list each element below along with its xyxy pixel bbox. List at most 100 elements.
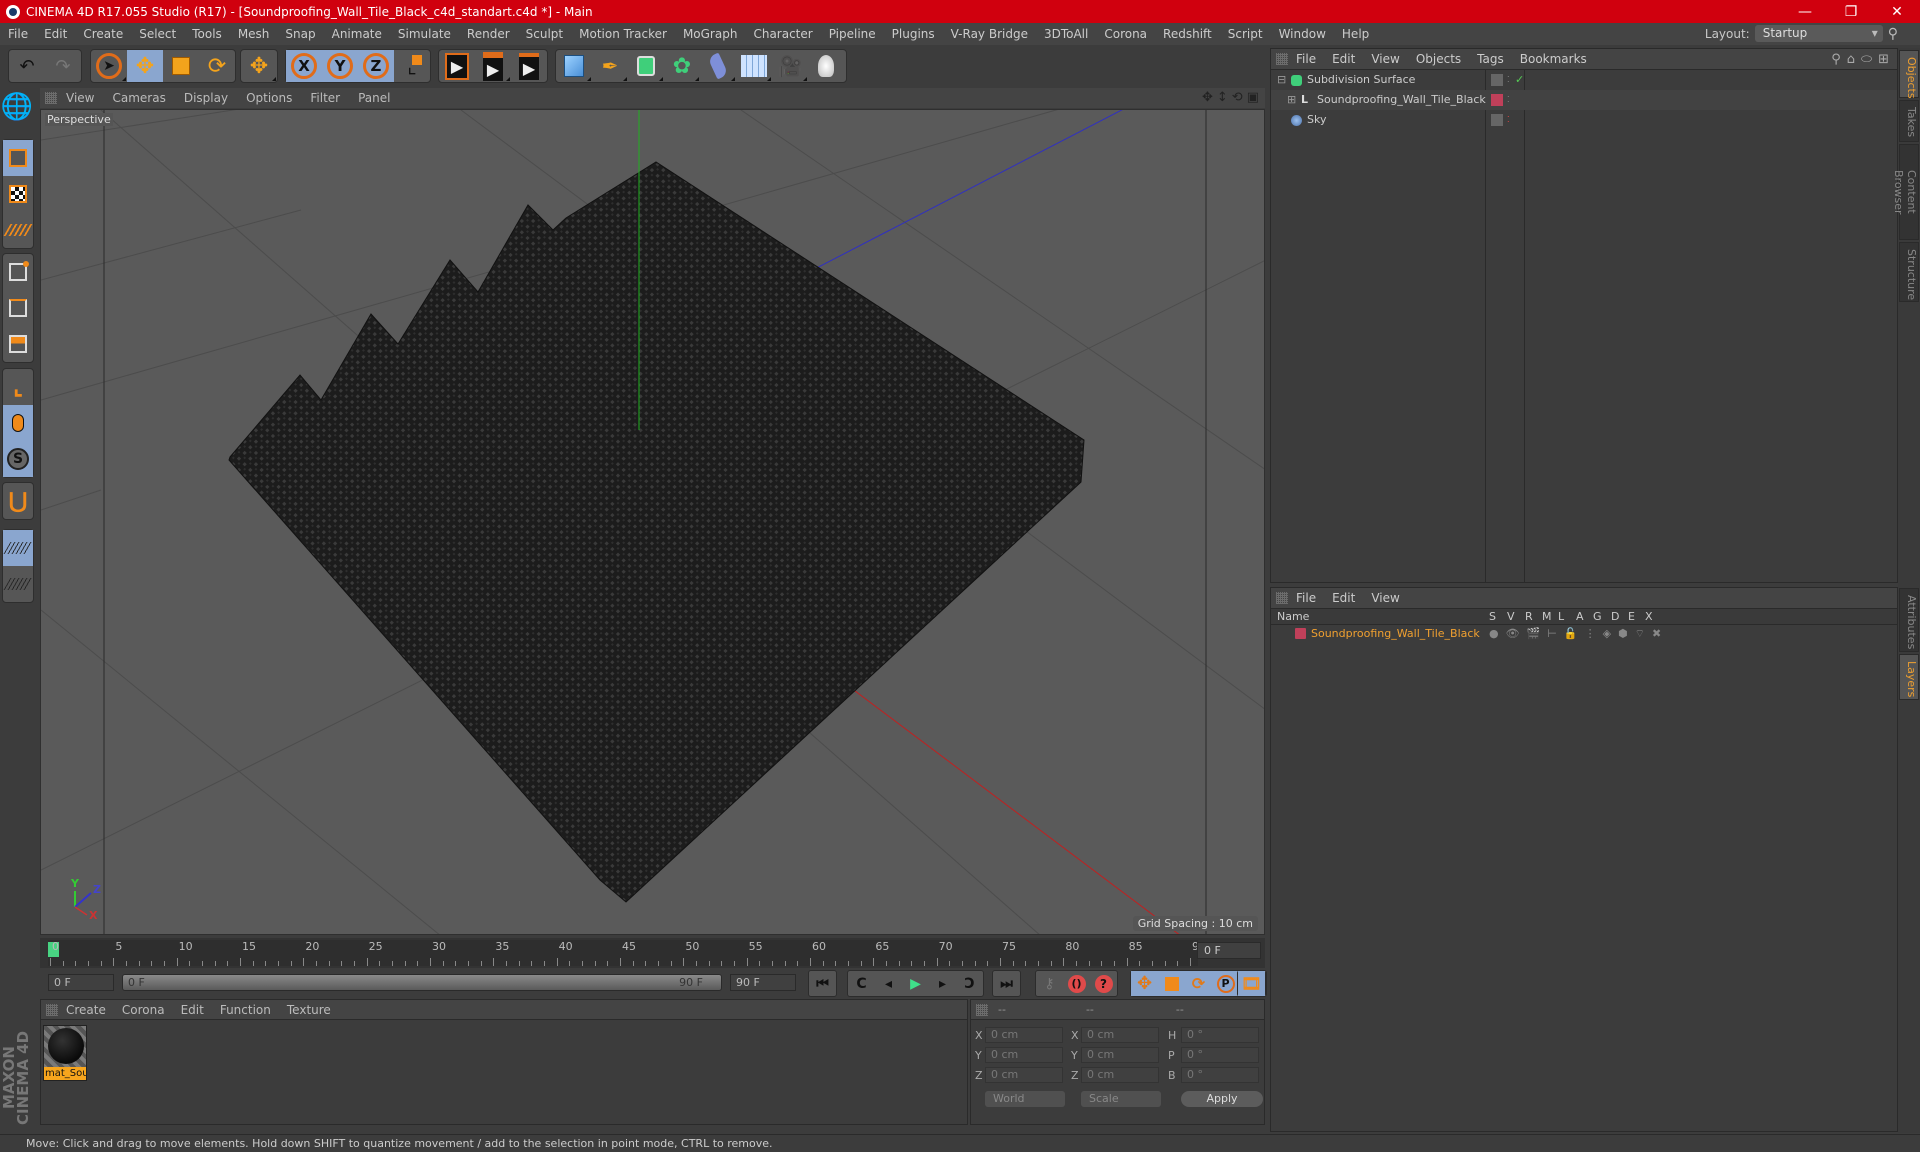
key-rotation-icon[interactable]: ⟳	[1185, 971, 1212, 996]
render-view-icon[interactable]: ▶	[439, 50, 475, 82]
manager-toggle-icon[interactable]: ⊢	[1547, 625, 1557, 642]
coordinate-mode-dropdown[interactable]: World	[985, 1091, 1065, 1107]
workplane-align-icon[interactable]	[3, 566, 33, 602]
deformers-toggle-icon[interactable]: ⬢	[1618, 625, 1628, 642]
key-scale-icon[interactable]	[1158, 971, 1185, 996]
goto-previous-key-icon[interactable]: C	[848, 971, 875, 996]
expand-icon[interactable]: ⊞	[1287, 90, 1296, 110]
column-deformers[interactable]: D	[1611, 609, 1619, 625]
menu-vray-bridge[interactable]: V-Ray Bridge	[943, 23, 1036, 45]
menu-3dtoall[interactable]: 3DToAll	[1036, 23, 1096, 45]
object-name[interactable]: Sky	[1307, 110, 1326, 130]
menu-corona[interactable]: Corona	[1096, 23, 1155, 45]
keyframe-selection-icon[interactable]: ?	[1090, 971, 1117, 996]
object-name[interactable]: Soundproofing_Wall_Tile_Black	[1317, 90, 1486, 110]
object-row-soundproofing-wall-tile-black[interactable]: ⊞ L Soundproofing_Wall_Tile_Black ⁚	[1271, 90, 1897, 110]
record-keys-icon[interactable]: ⚷	[1036, 971, 1063, 996]
material-menu-edit[interactable]: Edit	[173, 1003, 212, 1017]
panel-grip[interactable]	[46, 1003, 58, 1016]
perspective-viewport[interactable]: Perspective Y Z X Grid Spacing : 10 cm	[40, 109, 1265, 935]
step-forward-icon[interactable]: ▸	[929, 971, 956, 996]
menu-snap[interactable]: Snap	[277, 23, 323, 45]
size-y-field[interactable]: 0 cm	[1081, 1047, 1159, 1063]
scale-icon[interactable]	[163, 50, 199, 82]
menu-select[interactable]: Select	[131, 23, 184, 45]
menu-animate[interactable]: Animate	[324, 23, 390, 45]
animation-toggle-icon[interactable]: ⋮	[1585, 625, 1596, 642]
pos-y-field[interactable]: 0 cm	[985, 1047, 1063, 1063]
panel-grip[interactable]	[1276, 53, 1288, 65]
hierarchy-icon[interactable]: ⬭	[1861, 52, 1872, 67]
menu-sculpt[interactable]: Sculpt	[518, 23, 571, 45]
layer-color-tag[interactable]	[1491, 94, 1503, 106]
menu-mograph[interactable]: MoGraph	[675, 23, 746, 45]
material-swatch[interactable]: mat_Sou	[43, 1025, 87, 1081]
step-back-icon[interactable]: ◂	[875, 971, 902, 996]
menu-render[interactable]: Render	[459, 23, 518, 45]
tab-objects[interactable]: Objects	[1899, 50, 1919, 99]
generators-toggle-icon[interactable]: ◈	[1603, 625, 1611, 642]
enabled-check-icon[interactable]: ✓	[1515, 70, 1524, 90]
objects-menu-tags[interactable]: Tags	[1469, 52, 1512, 66]
menu-create[interactable]: Create	[75, 23, 131, 45]
timeline-ruler[interactable]: 051015202530354045505560657075808590	[48, 940, 1206, 966]
object-row-sky[interactable]: Sky ⁚	[1271, 110, 1897, 130]
solo-mode-icon[interactable]: S	[3, 441, 33, 477]
workplane-lock-icon[interactable]	[3, 530, 33, 566]
layer-row[interactable]: Soundproofing_Wall_Tile_Black ● 👁 🎬 ⊢ 🔓 …	[1271, 625, 1897, 642]
dolly-icon[interactable]: ↕	[1217, 90, 1228, 105]
render-settings-icon[interactable]: ▶	[511, 50, 547, 82]
move-icon[interactable]: ✥	[127, 50, 163, 82]
apply-button[interactable]: Apply	[1181, 1091, 1263, 1107]
menu-redshift[interactable]: Redshift	[1155, 23, 1220, 45]
solo-toggle-icon[interactable]: ●	[1489, 625, 1499, 642]
column-manager[interactable]: M	[1542, 609, 1552, 625]
visibility-dots-icon[interactable]: ⁚	[1507, 90, 1510, 110]
frame-range-slider[interactable]: 0 F 90 F	[122, 974, 722, 991]
make-editable-icon[interactable]: 🌐	[1, 89, 33, 125]
column-render[interactable]: R	[1525, 609, 1533, 625]
end-frame-field[interactable]: 90 F	[730, 974, 796, 991]
coordinate-system-icon[interactable]: ⌞	[394, 50, 430, 82]
pos-z-field[interactable]: 0 cm	[985, 1067, 1063, 1083]
undo-icon[interactable]: ↶	[9, 50, 45, 82]
pen-spline-icon[interactable]: ✒	[592, 50, 628, 82]
tab-content-browser[interactable]: Content Browser	[1892, 144, 1919, 240]
orbit-icon[interactable]: ⟲	[1232, 90, 1243, 105]
rot-p-field[interactable]: 0 °	[1181, 1047, 1259, 1063]
texture-mode-icon[interactable]	[3, 176, 33, 212]
viewport-menu-panel[interactable]: Panel	[349, 91, 399, 105]
objects-menu-bookmarks[interactable]: Bookmarks	[1512, 52, 1595, 66]
timeline[interactable]: 051015202530354045505560657075808590 0 F	[40, 938, 1265, 968]
column-animation[interactable]: A	[1576, 609, 1584, 625]
column-visible[interactable]: V	[1507, 609, 1515, 625]
menu-file[interactable]: File	[0, 23, 36, 45]
objects-menu-edit[interactable]: Edit	[1324, 52, 1363, 66]
pos-x-field[interactable]: 0 cm	[985, 1027, 1063, 1043]
objects-menu-view[interactable]: View	[1363, 52, 1407, 66]
menu-motion-tracker[interactable]: Motion Tracker	[571, 23, 675, 45]
layer-color-swatch[interactable]	[1295, 628, 1306, 639]
viewport-menu-cameras[interactable]: Cameras	[103, 91, 174, 105]
recent-tool-move-icon[interactable]: ✥	[241, 50, 277, 82]
tab-structure[interactable]: Structure	[1899, 242, 1919, 302]
column-generators[interactable]: G	[1593, 609, 1602, 625]
render-toggle-icon[interactable]: 🎬	[1527, 625, 1541, 642]
size-z-field[interactable]: 0 cm	[1081, 1067, 1159, 1083]
column-name[interactable]: Name	[1277, 609, 1309, 625]
mograph-cloner-icon[interactable]: ✿	[664, 50, 700, 82]
timeline-window-icon[interactable]: 🎞	[1238, 971, 1265, 996]
layers-menu-edit[interactable]: Edit	[1324, 591, 1363, 605]
play-forward-icon[interactable]: ▶	[902, 971, 929, 996]
rotate-icon[interactable]: ⟳	[199, 50, 235, 82]
viewport-menu-options[interactable]: Options	[237, 91, 301, 105]
model-mode-icon[interactable]	[3, 140, 33, 176]
object-name[interactable]: Subdivision Surface	[1307, 70, 1415, 90]
snap-magnet-icon[interactable]: ⋃	[3, 483, 33, 519]
viewport-menu-view[interactable]: View	[57, 91, 103, 105]
auto-keying-icon[interactable]: ()	[1063, 971, 1090, 996]
column-solo[interactable]: S	[1489, 609, 1496, 625]
transform-mode-dropdown[interactable]: Scale	[1081, 1091, 1161, 1107]
tab-takes[interactable]: Takes	[1899, 100, 1919, 142]
size-x-field[interactable]: 0 cm	[1081, 1027, 1159, 1043]
